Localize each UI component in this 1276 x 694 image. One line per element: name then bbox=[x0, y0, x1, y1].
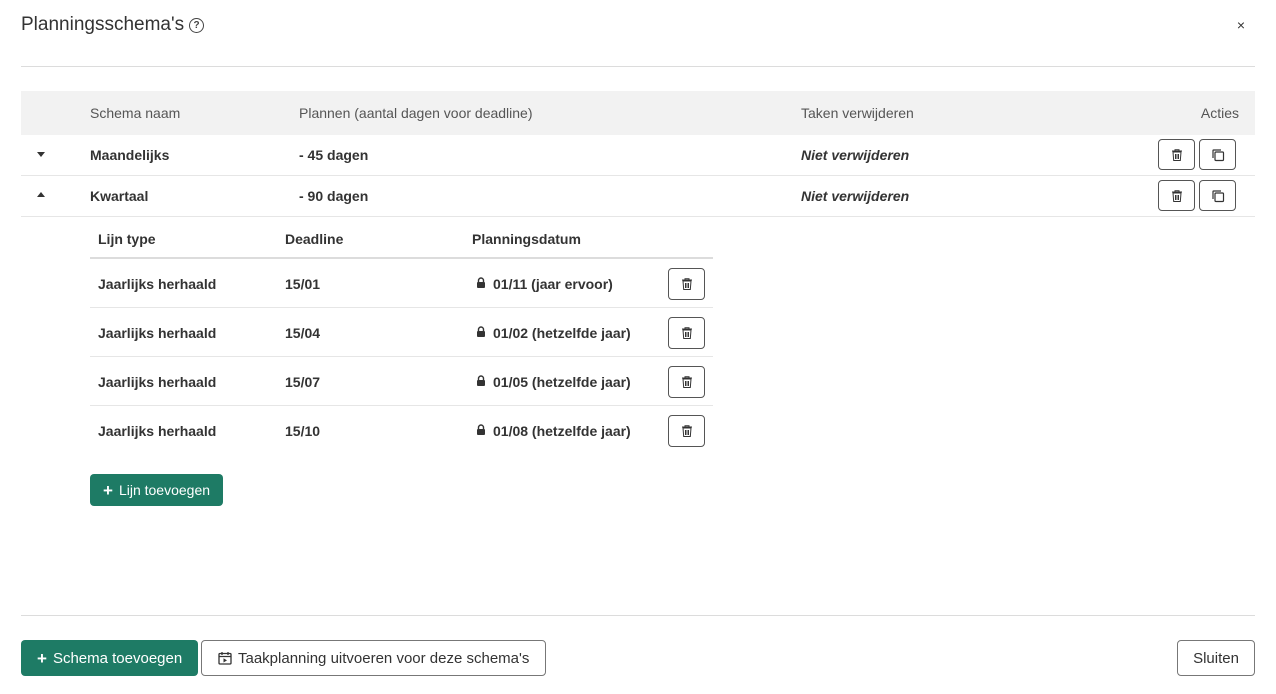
trash-icon bbox=[681, 376, 692, 388]
trash-icon bbox=[681, 278, 692, 290]
lock-icon bbox=[477, 277, 485, 288]
delete-line-button[interactable] bbox=[668, 268, 705, 300]
add-schema-button[interactable]: + Schema toevoegen bbox=[21, 640, 199, 676]
table-row: Jaarlijks herhaald 15/04 01/02 (hetzelfd… bbox=[90, 308, 713, 357]
schema-delete: Niet verwijderen bbox=[801, 147, 910, 163]
schema-delete: Niet verwijderen bbox=[801, 188, 910, 204]
copy-button[interactable] bbox=[1199, 180, 1236, 211]
line-type: Jaarlijks herhaald bbox=[98, 276, 217, 292]
header-schema-name: Schema naam bbox=[90, 105, 181, 121]
copy-icon bbox=[1211, 189, 1224, 202]
help-icon[interactable]: ? bbox=[189, 17, 205, 33]
line-planning-date: 01/05 (hetzelfde jaar) bbox=[493, 374, 631, 390]
lock-icon bbox=[477, 326, 485, 337]
schema-name: Maandelijks bbox=[90, 147, 170, 163]
line-deadline: 15/07 bbox=[285, 374, 321, 390]
header-delete-tasks: Taken verwijderen bbox=[801, 105, 914, 121]
lock-icon bbox=[477, 375, 485, 386]
header-plan: Plannen (aantal dagen voor deadline) bbox=[299, 105, 533, 121]
add-line-label: Lijn toevoegen bbox=[118, 482, 211, 498]
add-schema-label: Schema toevoegen bbox=[52, 649, 183, 667]
plus-icon: + bbox=[37, 648, 47, 668]
trash-icon bbox=[1171, 189, 1182, 202]
plus-icon: + bbox=[103, 480, 113, 500]
caret-up-icon[interactable] bbox=[37, 192, 45, 197]
copy-button[interactable] bbox=[1199, 139, 1236, 170]
line-deadline: 15/04 bbox=[285, 325, 321, 341]
header-actions: Acties bbox=[1200, 105, 1239, 121]
line-planning-date: 01/02 (hetzelfde jaar) bbox=[493, 325, 631, 341]
table-row: Jaarlijks herhaald 15/10 01/08 (hetzelfd… bbox=[90, 406, 713, 455]
delete-line-button[interactable] bbox=[668, 415, 705, 447]
schema-plan: - 90 dagen bbox=[299, 188, 369, 204]
line-deadline: 15/01 bbox=[285, 276, 321, 292]
schema-name: Kwartaal bbox=[90, 188, 149, 204]
header-deadline: Deadline bbox=[285, 231, 344, 247]
close-button[interactable]: Sluiten bbox=[1177, 640, 1255, 676]
delete-line-button[interactable] bbox=[668, 366, 705, 398]
table-row: Jaarlijks herhaald 15/07 01/05 (hetzelfd… bbox=[90, 357, 713, 406]
caret-down-icon[interactable] bbox=[37, 152, 45, 157]
lock-icon bbox=[477, 424, 485, 435]
line-deadline: 15/10 bbox=[285, 423, 321, 439]
line-planning-date: 01/11 (jaar ervoor) bbox=[493, 276, 613, 292]
trash-icon bbox=[681, 327, 692, 339]
line-type: Jaarlijks herhaald bbox=[98, 325, 217, 341]
modal-title: Planningsschema's ? bbox=[21, 14, 205, 36]
sub-table-header: Lijn type Deadline Planningsdatum bbox=[90, 217, 713, 259]
trash-icon bbox=[681, 425, 692, 437]
schedule-lines-table: Lijn type Deadline Planningsdatum Jaarli… bbox=[90, 217, 713, 455]
modal-header: Planningsschema's ? × bbox=[21, 0, 1255, 67]
line-type: Jaarlijks herhaald bbox=[98, 374, 217, 390]
add-line-button[interactable]: + Lijn toevoegen bbox=[90, 474, 224, 506]
run-planning-label: Taakplanning uitvoeren voor deze schema'… bbox=[238, 649, 530, 667]
table-row: Kwartaal - 90 dagen Niet verwijderen bbox=[21, 176, 1255, 217]
delete-button[interactable] bbox=[1158, 180, 1195, 211]
schema-plan: - 45 dagen bbox=[299, 147, 369, 163]
table-row: Jaarlijks herhaald 15/01 01/11 (jaar erv… bbox=[90, 259, 713, 308]
delete-line-button[interactable] bbox=[668, 317, 705, 349]
header-planning-date: Planningsdatum bbox=[472, 231, 581, 247]
calendar-play-icon bbox=[218, 652, 232, 665]
trash-icon bbox=[1171, 148, 1182, 161]
footer-divider bbox=[21, 615, 1255, 616]
run-planning-button[interactable]: Taakplanning uitvoeren voor deze schema'… bbox=[201, 640, 547, 676]
line-type: Jaarlijks herhaald bbox=[98, 423, 217, 439]
modal-title-text: Planningsschema's bbox=[21, 14, 185, 35]
delete-button[interactable] bbox=[1158, 139, 1195, 170]
line-planning-date: 01/08 (hetzelfde jaar) bbox=[493, 423, 631, 439]
copy-icon bbox=[1211, 148, 1224, 161]
close-icon[interactable]: × bbox=[1237, 17, 1245, 33]
close-label: Sluiten bbox=[1193, 649, 1239, 667]
table-row: Maandelijks - 45 dagen Niet verwijderen bbox=[21, 135, 1255, 176]
header-line-type: Lijn type bbox=[98, 231, 156, 247]
table-header: Schema naam Plannen (aantal dagen voor d… bbox=[21, 91, 1255, 135]
